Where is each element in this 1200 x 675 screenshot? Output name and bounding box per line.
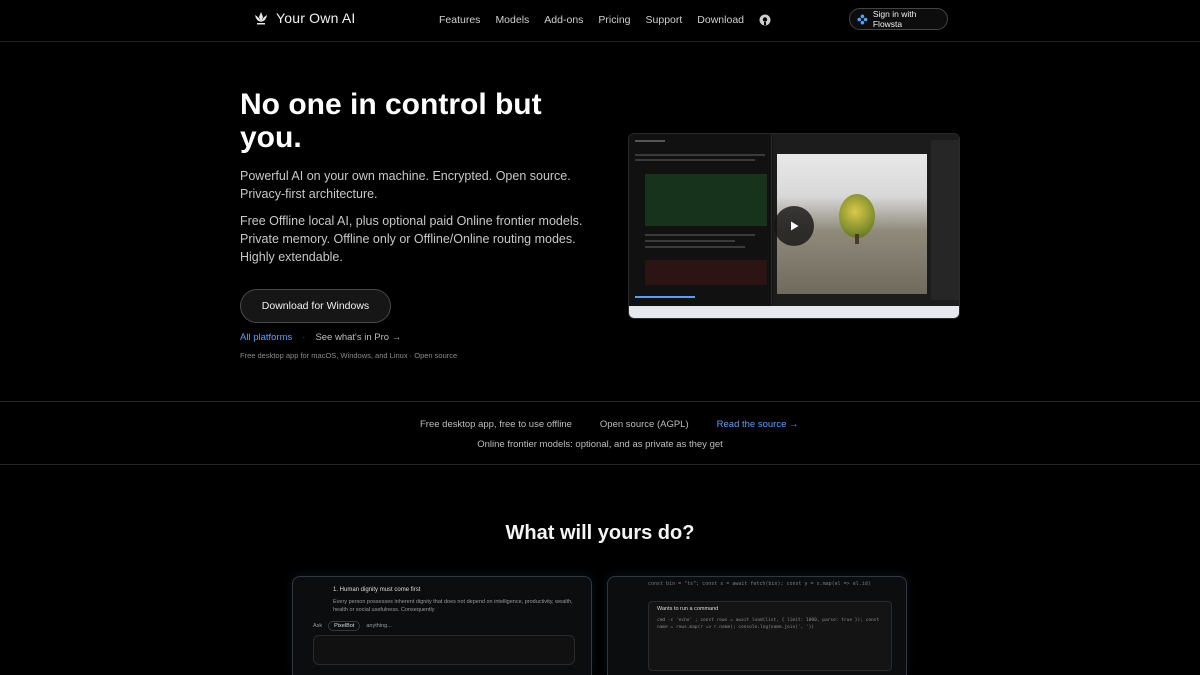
command-code: cmd -c 'echo' ; const rows = await load(… <box>657 618 880 630</box>
preview-line <box>635 159 755 161</box>
trust-row: Free desktop app, free to use offline Op… <box>420 419 799 430</box>
see-pro-link[interactable]: See what's in Pro → <box>315 332 401 343</box>
demo-card-chat[interactable]: 1. Human dignity must come first Every p… <box>292 576 592 675</box>
preview-tree <box>839 194 875 238</box>
preview-line <box>645 240 735 242</box>
trust-note: Online frontier models: optional, and as… <box>477 439 723 450</box>
lotus-logo-icon <box>255 12 267 25</box>
preview-diff-block <box>645 260 767 285</box>
play-button[interactable] <box>774 206 814 246</box>
preview-line <box>635 296 695 298</box>
all-platforms-link[interactable]: All platforms <box>240 332 292 343</box>
preview-line <box>635 154 765 156</box>
command-prompt-box: Wants to run a command cmd -c 'echo' ; c… <box>648 601 892 671</box>
trust-item-free: Free desktop app, free to use offline <box>420 419 572 430</box>
section-title: What will yours do? <box>505 522 695 544</box>
read-source-link[interactable]: Read the source → <box>717 419 799 430</box>
chat-input[interactable] <box>313 635 575 665</box>
hero-fine-print: Free desktop app for macOS, Windows, and… <box>240 351 458 360</box>
preview-tree-trunk <box>855 234 859 244</box>
card-code: const bin = "ts"; const x = await fetch(… <box>648 581 871 587</box>
demo-card-command[interactable]: const bin = "ts"; const x = await fetch(… <box>607 576 907 675</box>
link-separator: · <box>302 332 306 343</box>
hero-subtitle: Powerful AI on your own machine. Encrypt… <box>240 169 571 201</box>
ask-row: Ask PixelBot anything... <box>313 621 392 631</box>
play-icon <box>791 221 799 231</box>
hero-detail: Free Offline local AI, plus optional pai… <box>240 214 583 264</box>
flowsta-icon <box>857 14 868 24</box>
preview-line <box>645 246 745 248</box>
preview-line <box>635 140 665 142</box>
preview-chat-pane <box>629 134 772 306</box>
nav-link-support[interactable]: Support <box>646 14 683 26</box>
model-chip[interactable]: PixelBot <box>328 621 361 631</box>
ask-suffix: anything... <box>366 623 392 629</box>
nav-link-pricing[interactable]: Pricing <box>598 14 630 26</box>
trust-band: Free desktop app, free to use offline Op… <box>0 401 1200 465</box>
nav-link-features[interactable]: Features <box>439 14 480 26</box>
nav-link-download[interactable]: Download <box>697 14 744 26</box>
hero-title: No one in control but you. <box>240 88 542 154</box>
signin-label: Sign in with Flowsta <box>872 9 917 29</box>
nav-link-addons[interactable]: Add-ons <box>544 14 583 26</box>
card-heading: 1. Human dignity must come first <box>333 587 421 593</box>
nav-link-models[interactable]: Models <box>495 14 529 26</box>
trust-item-open-source: Open source (AGPL) <box>599 419 689 430</box>
nav-links: Features Models Add-ons Pricing Support … <box>439 14 771 26</box>
top-nav: Your Own AI Features Models Add-ons Pric… <box>0 0 1200 42</box>
ask-label: Ask <box>313 623 323 629</box>
card-body: Every person possesses inherent dignity … <box>333 599 573 613</box>
preview-line <box>645 234 755 236</box>
download-windows-button[interactable]: Download for Windows <box>240 289 391 323</box>
preview-code-block <box>645 174 767 226</box>
command-prompt-title: Wants to run a command <box>657 606 719 612</box>
brand-logo[interactable]: Your Own AI <box>252 10 356 26</box>
brand-name: Your Own AI <box>276 10 356 26</box>
hero-links: All platforms · See what's in Pro → <box>240 332 401 343</box>
preview-side-panel <box>931 140 959 300</box>
signin-flowsta-button[interactable]: Sign in with Flowsta <box>849 8 948 30</box>
preview-taskbar <box>629 306 959 318</box>
github-icon[interactable] <box>759 14 771 26</box>
